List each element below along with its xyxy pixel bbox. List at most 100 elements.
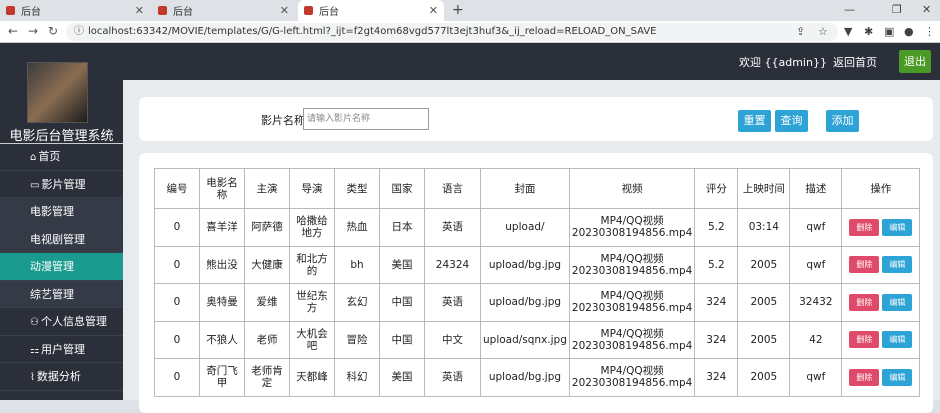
column-header: 电影名称 [199, 168, 245, 209]
column-header: 主演 [244, 168, 290, 209]
sidebar-item-label: 首页 [38, 150, 61, 163]
table-panel: 编号 电影名称 主演 导演 类型 国家 语言 封面 视频 评分 上映时间 描述 … [139, 153, 933, 413]
cell-title: 奇门飞甲 [199, 358, 245, 397]
new-tab-button[interactable]: + [452, 2, 464, 18]
edit-button[interactable]: 编辑 [882, 218, 913, 236]
cell-rating: 5.2 [694, 245, 739, 284]
film-table: 编号 电影名称 主演 导演 类型 国家 语言 封面 视频 评分 上映时间 描述 … [154, 168, 921, 397]
film-name-input[interactable]: 请输入影片名称 [303, 108, 429, 130]
cell-cover: upload/bg.jpg [480, 245, 570, 284]
bookmark-star-icon[interactable]: ☆ [818, 25, 828, 38]
cell-country: 中国 [379, 320, 425, 359]
edit-button[interactable]: 编辑 [882, 293, 913, 311]
add-button[interactable]: 添加 [826, 110, 859, 132]
cell-video: MP4/QQ视频20230308194856.mp4 [568, 208, 696, 247]
delete-button[interactable]: 删除 [849, 368, 880, 386]
column-header: 导演 [289, 168, 335, 209]
sidebar-item-home[interactable]: ⌂ 首页 [0, 143, 123, 171]
sidebar-item-variety-management[interactable]: 综艺管理 [0, 280, 123, 308]
share-icon[interactable]: ⇪ [796, 25, 805, 38]
sidebar-item-label: 用户管理 [40, 342, 85, 356]
sidepanel-icon[interactable]: ▣ [884, 25, 894, 38]
delete-button[interactable]: 删除 [849, 293, 880, 311]
browser-tab[interactable]: 后台 ✕ [0, 0, 150, 21]
cell-language: 中文 [424, 320, 481, 359]
cell-actions: 删除 编辑 [841, 245, 921, 284]
close-tab-icon[interactable]: ✕ [429, 4, 438, 17]
sidebar-item-label: 动漫管理 [30, 260, 74, 273]
cell-genre: 玄幻 [334, 283, 380, 322]
cell-id: 0 [154, 358, 200, 397]
browser-tab[interactable]: 后台 ✕ [152, 0, 295, 21]
close-tab-icon[interactable]: ✕ [135, 4, 144, 17]
search-panel: 影片名称: 请输入影片名称 重置 查询 添加 [139, 97, 933, 141]
profile-icon[interactable]: ● [904, 25, 914, 38]
top-header: 欢迎 {{admin}} 返回首页 退出 [0, 43, 940, 80]
edit-button[interactable]: 编辑 [882, 331, 913, 349]
reset-button[interactable]: 重置 [738, 110, 771, 132]
url-field[interactable]: ⓘ localhost:63342/MOVIE/templates/G/G-le… [66, 23, 838, 41]
cell-director: 和北方的 [289, 245, 335, 284]
user-icon: ⚇ [30, 317, 39, 328]
cell-genre: 热血 [334, 208, 380, 247]
sidebar-item-film-management[interactable]: ▭ 影片管理 [0, 171, 123, 198]
sidebar-item-label: 电影管理 [30, 205, 74, 218]
edit-button[interactable]: 编辑 [882, 368, 913, 386]
cell-rating: 5.2 [694, 208, 739, 247]
column-header: 上映时间 [737, 168, 791, 209]
cell-genre: 冒险 [334, 320, 380, 359]
extension-icon[interactable]: ▼ [844, 25, 852, 38]
tab-title: 后台 [21, 7, 41, 18]
cell-description: qwf [789, 208, 843, 247]
edit-button[interactable]: 编辑 [882, 256, 913, 274]
cell-video: MP4/QQ视频20230308194856.mp4 [568, 320, 696, 359]
cell-rating: 324 [694, 358, 739, 397]
column-header: 视频 [568, 168, 696, 209]
delete-button[interactable]: 删除 [849, 256, 880, 274]
menu-icon[interactable]: ⋮ [924, 25, 935, 38]
cell-actor: 爱维 [244, 283, 290, 322]
sidebar-item-user-management[interactable]: ⚏ 用户管理 [0, 336, 123, 363]
return-home-link[interactable]: 返回首页 [833, 54, 877, 70]
sidebar-item-personal-info[interactable]: ⚇ 个人信息管理 [0, 308, 123, 336]
cell-actor: 老师肯定 [244, 358, 290, 397]
delete-button[interactable]: 删除 [849, 218, 880, 236]
forward-icon[interactable]: → [28, 24, 38, 38]
back-icon[interactable]: ← [8, 24, 18, 38]
close-window-icon[interactable]: ✕ [922, 3, 931, 16]
cell-country: 美国 [379, 245, 425, 284]
cell-country: 日本 [379, 208, 425, 247]
home-icon: ⌂ [30, 152, 37, 163]
address-bar: ← → ↻ ⓘ localhost:63342/MOVIE/templates/… [0, 21, 940, 43]
puzzle-icon[interactable]: ✱ [864, 25, 873, 38]
favicon-icon [304, 6, 313, 15]
reload-icon[interactable]: ↻ [48, 24, 58, 38]
info-icon[interactable]: ⓘ [74, 23, 84, 41]
cell-director: 天都峰 [289, 358, 335, 397]
query-button[interactable]: 查询 [775, 110, 808, 132]
tab-title: 后台 [319, 7, 339, 18]
tab-title: 后台 [173, 7, 193, 18]
minimize-icon[interactable]: — [844, 3, 855, 16]
delete-button[interactable]: 删除 [849, 331, 880, 349]
cell-release: 2005 [737, 320, 791, 359]
sidebar-item-anime-management[interactable]: 动漫管理 [0, 253, 123, 281]
sidebar-item-label: 电视剧管理 [30, 232, 85, 246]
sidebar-item-movie-management[interactable]: 电影管理 [0, 198, 123, 226]
logout-button[interactable]: 退出 [899, 50, 931, 73]
sidebar-item-data-analysis[interactable]: ⌇ 数据分析 [0, 363, 123, 391]
cell-actions: 删除 编辑 [841, 283, 921, 322]
browser-tab-active[interactable]: 后台 ✕ [298, 0, 444, 21]
sidebar-item-label: 个人信息管理 [40, 315, 107, 328]
sidebar-item-label: 综艺管理 [30, 287, 74, 301]
sidebar-item-tv-management[interactable]: 电视剧管理 [0, 225, 123, 253]
cell-id: 0 [154, 245, 200, 284]
cell-country: 美国 [379, 358, 425, 397]
chart-icon: ⌇ [30, 372, 35, 383]
cell-description: qwf [789, 245, 843, 284]
system-title: 电影后台管理系统 [0, 125, 123, 144]
table-header-row: 编号 电影名称 主演 导演 类型 国家 语言 封面 视频 评分 上映时间 描述 … [154, 168, 921, 209]
maximize-icon[interactable]: ❐ [892, 3, 902, 16]
close-tab-icon[interactable]: ✕ [280, 4, 289, 17]
cell-language: 英语 [424, 358, 481, 397]
